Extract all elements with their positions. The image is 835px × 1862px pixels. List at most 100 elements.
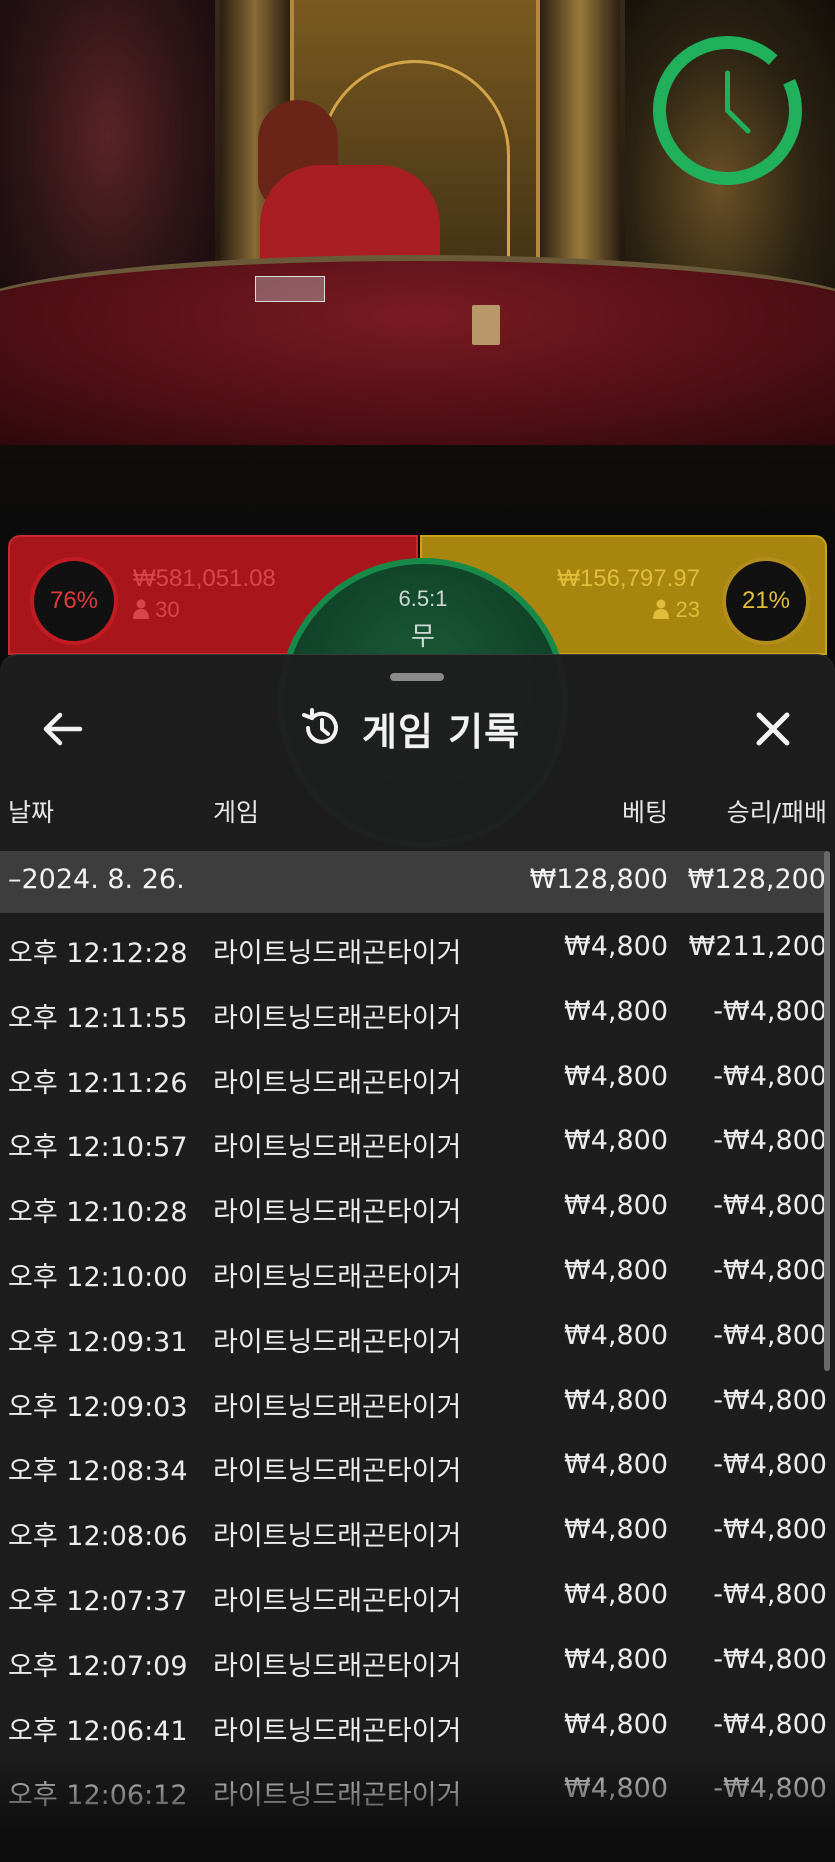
row-time: 오후 12:10:28 xyxy=(8,1197,188,1229)
card xyxy=(472,305,500,345)
row-game: 라이트닝드래곤타이거 xyxy=(213,1326,462,1358)
history-row[interactable]: 오후 12:12:28 라이트닝드래곤타이거 ₩4,800 ₩211,200 xyxy=(0,913,835,978)
row-bet: ₩4,800 xyxy=(564,1578,668,1610)
column-game: 게임 xyxy=(213,798,260,827)
game-table xyxy=(0,255,835,445)
day-result-total: ₩128,200 xyxy=(687,864,826,895)
row-bet: ₩4,800 xyxy=(564,1190,668,1222)
person-icon xyxy=(653,599,670,619)
history-row[interactable]: 오후 12:08:34 라이트닝드래곤타이거 ₩4,800 -₩4,800 xyxy=(0,1431,835,1496)
row-time: 오후 12:06:41 xyxy=(8,1715,188,1747)
row-bet: ₩4,800 xyxy=(564,1514,668,1546)
row-time: 오후 12:10:57 xyxy=(8,1132,188,1164)
day-date: –2024. 8. 26. xyxy=(8,864,185,895)
history-row[interactable]: 오후 12:08:06 라이트닝드래곤타이거 ₩4,800 -₩4,800 xyxy=(0,1496,835,1561)
row-bet: ₩4,800 xyxy=(564,1449,668,1481)
close-button[interactable] xyxy=(748,705,798,753)
row-game: 라이트닝드래곤타이거 xyxy=(213,1715,462,1747)
row-game: 라이트닝드래곤타이거 xyxy=(213,1521,462,1553)
row-result: -₩4,800 xyxy=(713,995,827,1027)
row-bet: ₩4,800 xyxy=(564,1643,668,1675)
column-headers: 날짜 게임 베팅 승리/패배 xyxy=(0,793,835,833)
row-bet: ₩4,800 xyxy=(564,1125,668,1157)
row-time: 오후 12:12:28 xyxy=(8,938,188,969)
history-list: 오후 12:12:28 라이트닝드래곤타이거 ₩4,800 ₩211,200 오후 12… xyxy=(0,913,835,1820)
row-game: 라이트닝드래곤타이거 xyxy=(213,1391,462,1423)
column-result: 승리/패배 xyxy=(726,798,827,827)
row-game: 라이트닝드래곤타이거 xyxy=(213,1585,462,1617)
day-bet-total: ₩128,800 xyxy=(529,864,668,895)
row-result: -₩4,800 xyxy=(713,1125,827,1157)
history-icon xyxy=(302,708,338,744)
row-result: -₩4,800 xyxy=(713,1514,827,1546)
history-row[interactable]: 오후 12:10:28 라이트닝드래곤타이거 ₩4,800 -₩4,800 xyxy=(0,1172,835,1237)
row-game: 라이트닝드래곤타이거 xyxy=(213,1067,462,1099)
history-row[interactable]: 오후 12:07:09 라이트닝드래곤타이거 ₩4,800 -₩4,800 xyxy=(0,1626,835,1691)
tiger-percent: 21% xyxy=(722,557,810,645)
row-game: 라이트닝드래곤타이거 xyxy=(213,1197,462,1229)
row-result: ₩211,200 xyxy=(688,931,827,962)
person-icon xyxy=(133,599,149,619)
row-result: -₩4,800 xyxy=(713,1060,827,1092)
row-result: -₩4,800 xyxy=(713,1643,827,1675)
live-video xyxy=(0,0,835,530)
tie-odds: 6.5:1 xyxy=(398,586,448,611)
row-result: -₩4,800 xyxy=(713,1578,827,1610)
history-row[interactable]: 오후 12:07:37 라이트닝드래곤타이거 ₩4,800 -₩4,800 xyxy=(0,1561,835,1626)
row-game: 라이트닝드래곤타이거 xyxy=(213,938,462,969)
scrollbar[interactable] xyxy=(824,851,830,1371)
dragon-percent: 76% xyxy=(30,557,118,645)
history-row[interactable]: 오후 12:09:03 라이트닝드래곤타이거 ₩4,800 -₩4,800 xyxy=(0,1367,835,1432)
history-row[interactable]: 오후 12:11:55 라이트닝드래곤타이거 ₩4,800 -₩4,800 xyxy=(0,978,835,1043)
row-bet: ₩4,800 xyxy=(564,1708,668,1740)
tiger-player-count: 23 xyxy=(653,597,700,623)
row-bet: ₩4,800 xyxy=(564,1254,668,1286)
row-bet: ₩4,800 xyxy=(564,1060,668,1092)
tiger-players-value: 23 xyxy=(675,597,700,622)
row-game: 라이트닝드래곤타이거 xyxy=(213,1132,462,1164)
row-time: 오후 12:10:00 xyxy=(8,1261,188,1293)
dragon-player-count: 30 xyxy=(133,597,180,623)
tiger-bet-amount: ₩156,797.97 xyxy=(557,565,700,592)
sheet-title: 게임 기록 xyxy=(300,700,520,756)
column-date: 날짜 xyxy=(8,798,55,827)
sheet-title-text: 게임 기록 xyxy=(362,709,521,754)
bottom-fade xyxy=(0,1752,835,1862)
sheet-header: 게임 기록 xyxy=(0,655,835,785)
row-bet: ₩4,800 xyxy=(564,995,668,1027)
row-bet: ₩4,800 xyxy=(564,1319,668,1351)
history-row[interactable]: 오후 12:11:26 라이트닝드래곤타이거 ₩4,800 -₩4,800 xyxy=(0,1043,835,1108)
day-summary-row[interactable]: –2024. 8. 26. ₩128,800 ₩128,200 xyxy=(0,851,826,913)
history-row[interactable]: 오후 12:10:57 라이트닝드래곤타이거 ₩4,800 -₩4,800 xyxy=(0,1107,835,1172)
row-bet: ₩4,800 xyxy=(564,931,668,962)
row-game: 라이트닝드래곤타이거 xyxy=(213,1002,462,1034)
row-time: 오후 12:11:26 xyxy=(8,1067,188,1099)
row-game: 라이트닝드래곤타이거 xyxy=(213,1650,462,1682)
row-result: -₩4,800 xyxy=(713,1708,827,1740)
history-row[interactable]: 오후 12:10:00 라이트닝드래곤타이거 ₩4,800 -₩4,800 xyxy=(0,1237,835,1302)
row-time: 오후 12:08:06 xyxy=(8,1521,188,1553)
history-row[interactable]: 오후 12:09:31 라이트닝드래곤타이거 ₩4,800 -₩4,800 xyxy=(0,1302,835,1367)
column-bet: 베팅 xyxy=(621,798,668,827)
row-result: -₩4,800 xyxy=(713,1254,827,1286)
row-result: -₩4,800 xyxy=(713,1319,827,1351)
back-button[interactable] xyxy=(38,707,88,751)
clock-icon xyxy=(653,36,802,185)
row-game: 라이트닝드래곤타이거 xyxy=(213,1261,462,1293)
pillar xyxy=(540,0,620,300)
tiger-percent-label: 21% xyxy=(741,587,791,614)
tie-label: 무 xyxy=(411,621,435,651)
row-time: 오후 12:09:31 xyxy=(8,1326,188,1358)
dragon-bet-amount: ₩581,051.08 xyxy=(133,565,276,592)
row-time: 오후 12:07:09 xyxy=(8,1650,188,1682)
row-result: -₩4,800 xyxy=(713,1384,827,1416)
game-history-sheet: 게임 기록 날짜 게임 베팅 승리/패배 –2024. 8. 26. ₩128,… xyxy=(0,654,835,1862)
row-time: 오후 12:09:03 xyxy=(8,1391,188,1423)
row-time: 오후 12:07:37 xyxy=(8,1585,188,1617)
row-time: 오후 12:08:34 xyxy=(8,1456,188,1488)
row-time: 오후 12:11:55 xyxy=(8,1002,188,1034)
dragon-players-value: 30 xyxy=(155,597,180,622)
dragon-percent-label: 76% xyxy=(49,587,99,614)
history-row[interactable]: 오후 12:06:41 라이트닝드래곤타이거 ₩4,800 -₩4,800 xyxy=(0,1691,835,1756)
close-icon xyxy=(756,712,790,746)
